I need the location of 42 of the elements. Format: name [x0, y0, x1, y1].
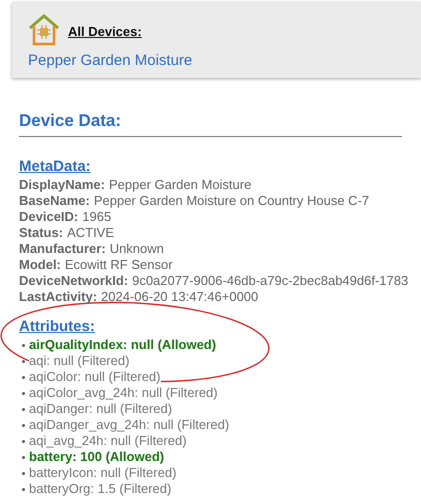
field-value: 1965: [82, 209, 112, 225]
field-label: DisplayName:: [19, 177, 105, 193]
field-label: Status:: [19, 225, 64, 241]
field-value: Ecowitt RF Sensor: [64, 257, 173, 273]
bullet-icon: [22, 424, 25, 426]
bullet-icon: [22, 376, 25, 378]
attribute-entry: aqiDanger_avg_24h: null (Filtered): [29, 417, 230, 433]
field-value: Pepper Garden Moisture: [108, 177, 252, 193]
device-name: Pepper Garden Moisture: [28, 51, 194, 71]
house-icon: [28, 14, 60, 46]
field-value: Unknown: [110, 241, 164, 257]
field-value: 2024-06-20 13:47:46+0000: [101, 289, 258, 305]
metadata-heading[interactable]: MetaData:: [19, 157, 421, 177]
field-value: 9c0a2077-9006-46db-a79c-2bec8ab49d6f-1783: [132, 273, 408, 289]
attribute-entry: airQualityIndex: null (Allowed): [29, 337, 216, 353]
attribute-entry: aqi: null (Filtered): [29, 353, 130, 369]
field-value: ACTIVE: [67, 225, 114, 241]
section-title: Device Data:: [19, 110, 122, 132]
attribute-entry: battery: 100 (Allowed): [29, 449, 164, 465]
attribute-entry: aqi_avg_24h: null (Filtered): [29, 433, 187, 449]
attribute-entry: aqiColor_avg_24h: null (Filtered): [29, 385, 218, 401]
bullet-icon: [22, 392, 25, 394]
field-label: Manufacturer:: [19, 241, 106, 257]
field-label: LastActivity:: [19, 289, 98, 305]
field-label: DeviceID:: [19, 209, 78, 225]
attributes-heading[interactable]: Attributes:: [19, 317, 421, 337]
bullet-icon: [22, 408, 25, 410]
attribute-entry: aqiColor: null (Filtered): [29, 369, 160, 385]
attribute-entry: aqiDanger: null (Filtered): [29, 401, 172, 417]
all-devices-link[interactable]: All Devices:: [68, 22, 142, 42]
bullet-icon: [22, 472, 25, 474]
attribute-entry: batteryOrg: 1.5 (Filtered): [29, 481, 172, 497]
attribute-entry: batteryIcon: null (Filtered): [29, 465, 176, 481]
bullet-icon: [22, 360, 25, 362]
field-label: Model:: [19, 257, 61, 273]
bullet-icon: [22, 456, 25, 458]
field-label: BaseName:: [19, 193, 90, 209]
bullet-icon: [22, 488, 25, 490]
field-value: Pepper Garden Moisture on Country House C-7: [94, 193, 370, 209]
field-label: DeviceNetworkId:: [19, 273, 128, 289]
bullet-icon: [22, 344, 25, 346]
bullet-icon: [22, 440, 25, 442]
